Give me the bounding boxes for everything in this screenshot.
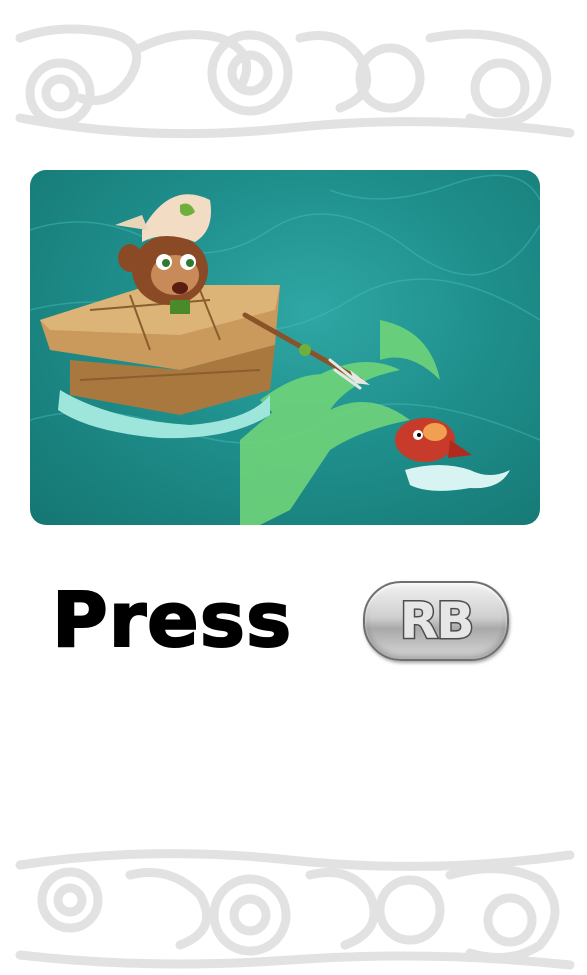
fish-character [395, 418, 510, 491]
stone-raft [40, 285, 280, 415]
top-tribal-ornament [15, 24, 575, 139]
game-scene-illustration [30, 170, 540, 525]
bottom-tribal-ornament [15, 849, 575, 970]
rb-button-label: RB [398, 591, 476, 652]
rb-button[interactable]: RB [363, 581, 509, 661]
press-label: Press [51, 574, 293, 665]
press-prompt: Press RB [51, 574, 532, 665]
